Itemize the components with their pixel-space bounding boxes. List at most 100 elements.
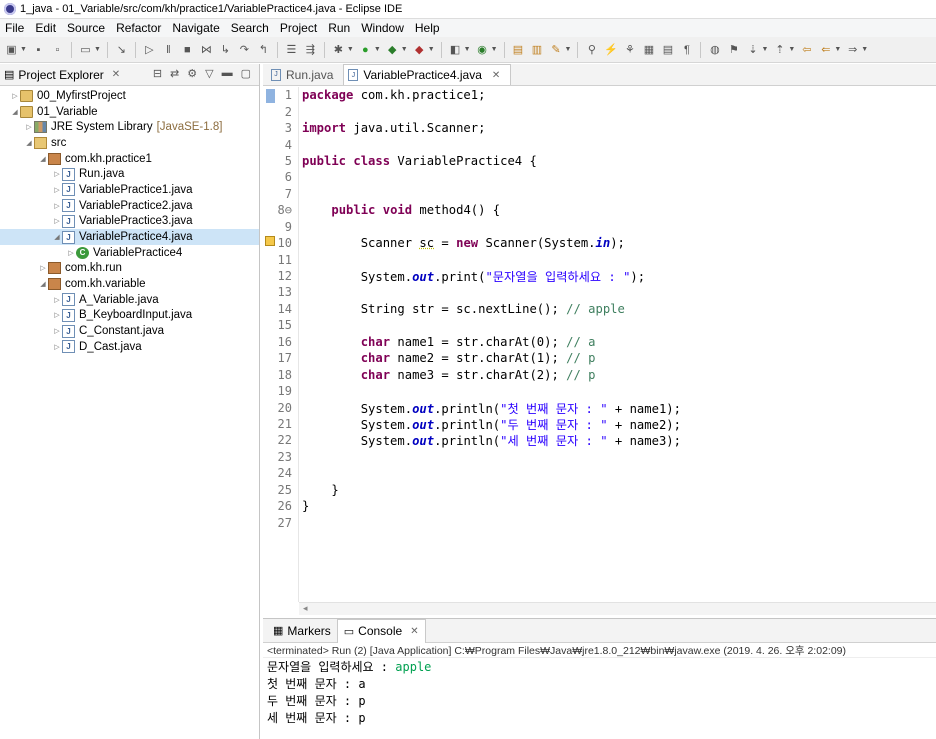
scroll-left-icon[interactable]: ◂ — [303, 603, 308, 613]
code-line[interactable]: 1 package com.kh.practice1; — [263, 87, 936, 103]
expand-icon[interactable]: ▷ — [38, 264, 48, 272]
pin-icon[interactable]: ⚑ — [726, 42, 741, 57]
chevron-down-icon[interactable]: ▼ — [761, 46, 768, 53]
horizontal-scrollbar[interactable]: ◂ — [299, 602, 936, 615]
menu-source[interactable]: Source — [67, 21, 105, 35]
expand-icon[interactable]: ▷ — [52, 311, 62, 319]
prev-annotation-icon[interactable]: ⇡ — [772, 42, 787, 57]
code-line[interactable]: 11 — [263, 251, 936, 267]
expand-icon[interactable]: ▷ — [52, 296, 62, 304]
code-line[interactable]: 4 — [263, 136, 936, 152]
chevron-down-icon[interactable]: ▼ — [464, 46, 471, 53]
chevron-down-icon[interactable]: ▼ — [94, 46, 101, 53]
tree-item-variablepractice4[interactable]: ◢ J VariablePractice4.java — [0, 229, 259, 245]
globe-icon[interactable]: ◍ — [707, 42, 722, 57]
minimize-icon[interactable]: ▬ — [222, 67, 233, 80]
run-icon[interactable]: ● — [358, 42, 373, 57]
expand-icon[interactable]: ▷ — [66, 249, 76, 257]
maximize-icon[interactable]: ▢ — [241, 67, 251, 80]
collapse-icon[interactable]: ◢ — [38, 155, 48, 163]
search-icon[interactable]: ✎ — [549, 42, 564, 57]
line-number[interactable]: 8⊖ — [263, 203, 293, 217]
code-line[interactable]: 16 char name1 = str.charAt(0); // a — [263, 334, 936, 350]
step-into-icon[interactable]: ↳ — [218, 42, 233, 57]
expand-icon[interactable]: ▷ — [10, 92, 20, 100]
use-step-filters-icon[interactable]: ⇶ — [303, 42, 318, 57]
tree-item-variablepractice3[interactable]: ▷ J VariablePractice3.java — [0, 214, 259, 230]
menu-project[interactable]: Project — [280, 21, 317, 35]
tree-item-run-java[interactable]: ▷ J Run.java — [0, 166, 259, 182]
chevron-down-icon[interactable]: ▼ — [20, 46, 27, 53]
tree-item-00-myfirstproject[interactable]: ▷ 00_MyfirstProject — [0, 88, 259, 104]
terminal-icon[interactable]: ▭ — [78, 42, 93, 57]
external-tools-icon[interactable]: ◆ — [412, 42, 427, 57]
code-line[interactable]: 12 System.out.print("문자열을 입력하세요 : "); — [263, 268, 936, 284]
terminate-icon[interactable]: ■ — [180, 42, 195, 57]
tree-item-jre-library[interactable]: ▷ JRE System Library [JavaSE-1.8] — [0, 119, 259, 135]
menu-refactor[interactable]: Refactor — [116, 21, 161, 35]
open-type-icon[interactable]: ▤ — [511, 42, 526, 57]
new-java-project-icon[interactable]: ◧ — [448, 42, 463, 57]
code-line[interactable]: 24 — [263, 465, 936, 481]
collapse-all-icon[interactable]: ⊟ — [153, 67, 162, 80]
code-line[interactable]: 18 char name3 = str.charAt(2); // p — [263, 366, 936, 382]
tab-markers[interactable]: ▦ Markers — [267, 619, 337, 643]
chevron-down-icon[interactable]: ▼ — [428, 46, 435, 53]
code-line[interactable]: 9 — [263, 219, 936, 235]
code-line[interactable]: 14 String str = sc.nextLine(); // apple — [263, 301, 936, 317]
chevron-down-icon[interactable]: ▼ — [401, 46, 408, 53]
new-class-icon[interactable]: ◉ — [475, 42, 490, 57]
menu-run[interactable]: Run — [328, 21, 350, 35]
tree-item-a-variable[interactable]: ▷ J A_Variable.java — [0, 292, 259, 308]
new-icon[interactable]: ▣ — [4, 42, 19, 57]
block-select-icon[interactable]: ⚘ — [622, 42, 637, 57]
step-return-icon[interactable]: ↰ — [256, 42, 271, 57]
code-line[interactable]: 7 — [263, 186, 936, 202]
tab-run-java[interactable]: J Run.java — [267, 64, 343, 85]
chevron-down-icon[interactable]: ▼ — [491, 46, 498, 53]
annotation-icon[interactable]: ⚲ — [584, 42, 599, 57]
collapse-icon[interactable]: ◢ — [10, 108, 20, 116]
code-line[interactable]: 19 — [263, 383, 936, 399]
link-editor-icon[interactable]: ⇄ — [170, 67, 179, 80]
tree-item-b-keyboardinput[interactable]: ▷ J B_KeyboardInput.java — [0, 308, 259, 324]
code-line[interactable]: 25 } — [263, 482, 936, 498]
forward-icon[interactable]: ⇒ — [845, 42, 860, 57]
code-line[interactable]: 13 — [263, 284, 936, 300]
collapse-icon[interactable]: ◢ — [52, 233, 62, 241]
code-line[interactable]: 6 — [263, 169, 936, 185]
menu-window[interactable]: Window — [361, 21, 404, 35]
expand-icon[interactable]: ▷ — [24, 123, 34, 131]
word-wrap-icon[interactable]: ▤ — [660, 42, 675, 57]
expand-icon[interactable]: ▷ — [52, 343, 62, 351]
chevron-down-icon[interactable]: ▼ — [565, 46, 572, 53]
last-edit-icon[interactable]: ⇦ — [799, 42, 814, 57]
chevron-down-icon[interactable]: ▼ — [374, 46, 381, 53]
coverage-icon[interactable]: ◆ — [385, 42, 400, 57]
menu-navigate[interactable]: Navigate — [172, 21, 219, 35]
chevron-down-icon[interactable]: ▼ — [347, 46, 354, 53]
open-task-icon[interactable]: ▥ — [530, 42, 545, 57]
close-icon[interactable]: ✕ — [112, 69, 120, 80]
chevron-down-icon[interactable]: ▼ — [834, 46, 841, 53]
menu-edit[interactable]: Edit — [35, 21, 56, 35]
expand-icon[interactable]: ▷ — [52, 217, 62, 225]
tree-item-01-variable[interactable]: ◢ 01_Variable — [0, 104, 259, 120]
menu-search[interactable]: Search — [231, 21, 269, 35]
collapse-icon[interactable]: ◢ — [24, 139, 34, 147]
mark-occurrences-icon[interactable]: ⚡ — [603, 42, 618, 57]
show-whitespace-icon[interactable]: ▦ — [641, 42, 656, 57]
code-line[interactable]: 21 System.out.println("두 번째 문자 : " + nam… — [263, 416, 936, 432]
code-line[interactable]: 27 — [263, 514, 936, 530]
tree-item-c-constant[interactable]: ▷ J C_Constant.java — [0, 323, 259, 339]
expand-icon[interactable]: ▷ — [52, 327, 62, 335]
tree-item-src[interactable]: ◢ src — [0, 135, 259, 151]
code-line[interactable]: 8⊖ public void method4() { — [263, 202, 936, 218]
code-line[interactable]: 26} — [263, 498, 936, 514]
chevron-down-icon[interactable]: ▼ — [861, 46, 868, 53]
code-line[interactable]: 23 — [263, 449, 936, 465]
menu-file[interactable]: File — [5, 21, 24, 35]
disconnect-icon[interactable]: ⋈ — [199, 42, 214, 57]
debug-icon[interactable]: ✱ — [331, 42, 346, 57]
step-over-icon[interactable]: ↷ — [237, 42, 252, 57]
